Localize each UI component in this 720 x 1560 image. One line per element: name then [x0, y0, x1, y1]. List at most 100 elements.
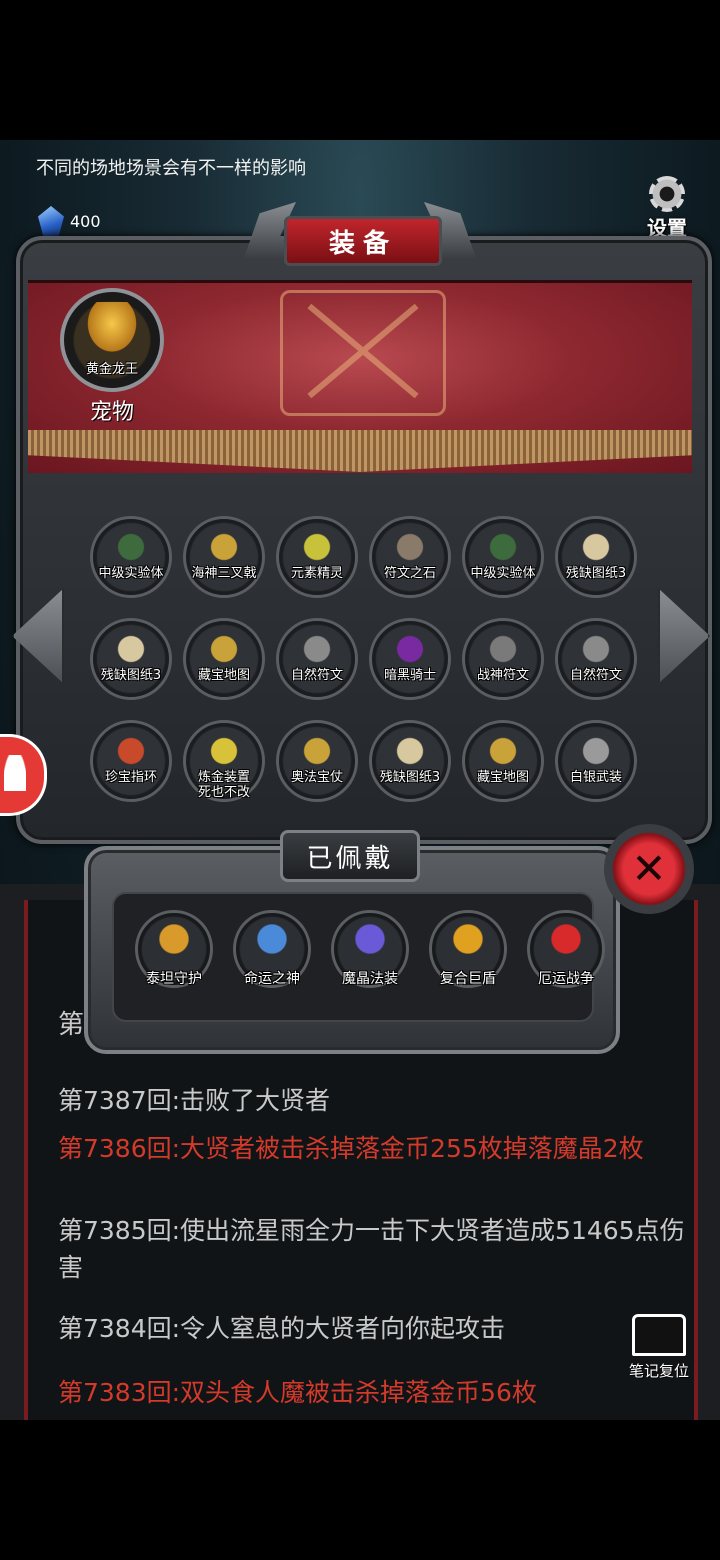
item-icon [208, 531, 240, 563]
item-icon [301, 531, 333, 563]
inventory-item[interactable]: 残缺图纸3 [553, 516, 639, 598]
worn-item-label: 泰坦守护 [146, 971, 202, 987]
item-icon [394, 633, 426, 665]
log-line: 第7385回:使出流星雨全力一击下大贤者造成51465点伤害 [58, 1216, 685, 1282]
item-slot [276, 516, 358, 598]
item-icon [301, 633, 333, 665]
inventory-item[interactable]: 残缺图纸3 [367, 720, 453, 802]
item-slot [183, 618, 265, 700]
gem-count: 400 [70, 211, 101, 231]
item-slot [462, 516, 544, 598]
inventory-item[interactable]: 符文之石 [367, 516, 453, 598]
item-label: 符文之石 [383, 566, 436, 581]
item-slot [276, 618, 358, 700]
gear-icon [649, 176, 685, 212]
item-label: 残缺图纸3 [565, 566, 627, 581]
item-slot [276, 720, 358, 802]
inventory-item[interactable]: 中级实验体 [88, 516, 174, 598]
item-slot [183, 516, 265, 598]
inventory-item[interactable]: 白银武装 [553, 720, 639, 802]
inventory-item[interactable]: 珍宝指环 [88, 720, 174, 802]
item-label: 残缺图纸3 [379, 770, 441, 785]
inventory-item[interactable]: 藏宝地图 [181, 618, 267, 700]
item-label: 藏宝地图 [197, 668, 250, 683]
inventory-item[interactable]: 炼金装置 死也不改 [181, 720, 267, 802]
settings-button[interactable]: 设置 [638, 176, 696, 241]
pet-slot[interactable]: 黄金龙王 宠物 [60, 288, 164, 426]
note-reset-button[interactable]: 笔记复位 [622, 1314, 696, 1381]
item-label: 奥法宝仗 [290, 770, 343, 785]
inventory-grid: 中级实验体 海神三叉戟 元素精灵 符文之石 中级实验体 残缺图纸3 残缺图纸3 藏宝地图 自然符… [88, 516, 648, 802]
notebook-icon [632, 1314, 686, 1356]
item-slot [369, 618, 451, 700]
item-icon [487, 735, 519, 767]
inventory-item[interactable]: 藏宝地图 [460, 720, 546, 802]
item-icon [208, 735, 240, 767]
worn-item-icon [254, 921, 290, 957]
item-icon [580, 633, 612, 665]
item-label: 自然符文 [569, 668, 622, 683]
item-slot [90, 516, 172, 598]
inventory-item[interactable]: 战神符文 [460, 618, 546, 700]
scene-hint: 不同的场地场景会有不一样的影响 [36, 158, 306, 179]
worn-item-icon [352, 921, 388, 957]
inventory-item[interactable]: 自然符文 [274, 618, 360, 700]
log-line: 第7384回:令人窒息的大贤者向你起攻击 [58, 1314, 506, 1343]
item-label: 自然符文 [290, 668, 343, 683]
worn-item[interactable]: 厄运战争 [526, 910, 606, 996]
log-partial: 第 [58, 1010, 85, 1040]
item-icon [487, 531, 519, 563]
item-slot [90, 618, 172, 700]
worn-item[interactable]: 复合巨盾 [428, 910, 508, 996]
inventory-item[interactable]: 中级实验体 [460, 516, 546, 598]
item-slot [555, 618, 637, 700]
item-icon [394, 531, 426, 563]
inventory-item[interactable]: 元素精灵 [274, 516, 360, 598]
item-icon [208, 633, 240, 665]
item-slot [462, 720, 544, 802]
item-label: 炼金装置 死也不改 [197, 770, 250, 800]
item-icon [394, 735, 426, 767]
worn-item[interactable]: 命运之神 [232, 910, 312, 996]
pet-label: 宠物 [89, 400, 134, 425]
worn-item[interactable]: 魔晶法装 [330, 910, 410, 996]
pet-name: 黄金龙王 [85, 362, 138, 377]
inventory-item[interactable]: 残缺图纸3 [88, 618, 174, 700]
item-label: 白银武装 [569, 770, 622, 785]
inventory-item[interactable]: 自然符文 [553, 618, 639, 700]
item-label: 残缺图纸3 [100, 668, 162, 683]
item-icon [580, 735, 612, 767]
item-icon [580, 531, 612, 563]
item-label: 中级实验体 [470, 566, 536, 581]
item-label: 中级实验体 [98, 566, 164, 581]
inventory-item[interactable]: 暗黑骑士 [367, 618, 453, 700]
item-icon [301, 735, 333, 767]
item-icon [115, 633, 147, 665]
worn-item-label: 复合巨盾 [440, 971, 496, 987]
item-label: 海神三叉戟 [191, 566, 257, 581]
item-slot [90, 720, 172, 802]
crest-emblem [280, 290, 446, 416]
item-icon [115, 735, 147, 767]
golden-dragon-icon [84, 302, 140, 356]
item-slot [555, 516, 637, 598]
worn-item-label: 魔晶法装 [342, 971, 398, 987]
close-icon: ✕ [631, 843, 667, 893]
gem-counter: 400 [38, 206, 101, 236]
log-line: 第7387回:击败了大贤者 [58, 1086, 331, 1115]
item-label: 珍宝指环 [104, 770, 157, 785]
item-slot [369, 516, 451, 598]
log-line: 第7383回:双头食人魔被击杀掉落金币56枚 [58, 1378, 537, 1407]
inventory-item[interactable]: 奥法宝仗 [274, 720, 360, 802]
worn-title: 已佩戴 [280, 830, 420, 882]
worn-item-icon [548, 921, 584, 957]
item-slot [369, 720, 451, 802]
item-label: 暗黑骑士 [383, 668, 436, 683]
worn-items: 泰坦守护 命运之神 魔晶法装 复合巨盾 厄运战争 [134, 910, 606, 996]
worn-item-icon [156, 921, 192, 957]
worn-item-label: 厄运战争 [538, 971, 594, 987]
worn-item[interactable]: 泰坦守护 [134, 910, 214, 996]
inventory-item[interactable]: 海神三叉戟 [181, 516, 267, 598]
gem-icon [38, 206, 64, 236]
close-button[interactable]: ✕ [604, 824, 694, 914]
